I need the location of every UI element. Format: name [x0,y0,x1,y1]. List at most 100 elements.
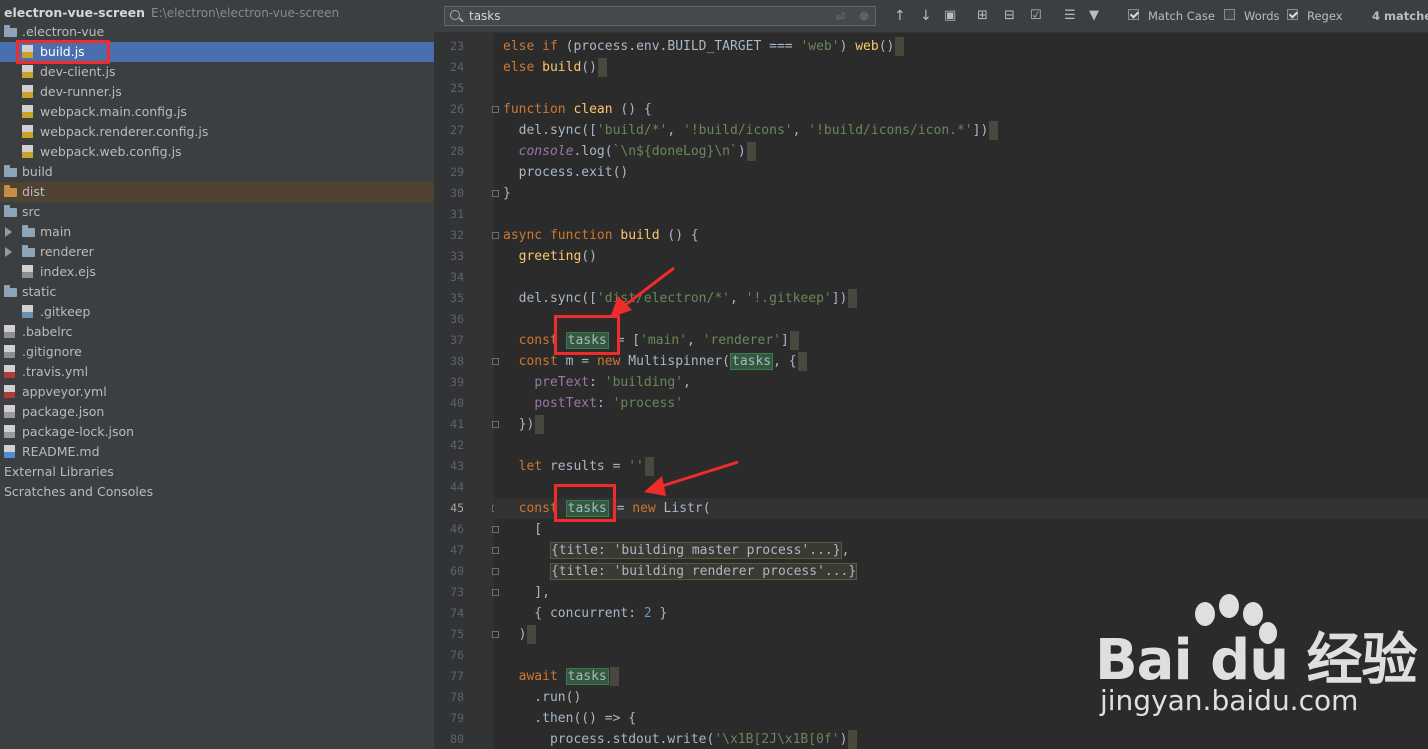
code-line[interactable]: else build() [503,57,607,78]
code-line[interactable]: process.exit() [503,162,629,183]
line-number: 47 [450,543,464,557]
tree-item[interactable]: webpack.renderer.config.js [0,122,434,142]
code-line[interactable]: .then(() => { [503,708,636,729]
line-number: 37 [450,333,464,347]
json-file-icon [4,405,15,418]
tree-item[interactable]: renderer [0,242,434,262]
line-number: 73 [450,585,464,599]
line-number: 33 [450,249,464,263]
tree-item-label: webpack.main.config.js [40,104,187,119]
tree-item[interactable]: src [0,202,434,222]
code-line[interactable]: process.stdout.write('\x1B[2J\x1B[0f') [503,729,858,749]
option-checkbox[interactable] [1128,9,1139,20]
line-number: 29 [450,165,464,179]
line-number: 28 [450,144,464,158]
line-number: 74 [450,606,464,620]
option-label[interactable]: Regex [1307,9,1343,23]
tree-item-label: .travis.yml [22,364,89,379]
code-line[interactable]: }) [503,414,545,435]
line-number: 30 [450,186,464,200]
tree-item[interactable]: .gitignore [0,342,434,362]
option-label[interactable]: Match Case [1148,9,1215,23]
tree-item[interactable]: webpack.main.config.js [0,102,434,122]
line-number: 32 [450,228,464,242]
code-line[interactable]: } [503,183,511,204]
tree-item[interactable]: dev-runner.js [0,82,434,102]
tree-item[interactable]: .gitkeep [0,302,434,322]
tree-item[interactable]: package-lock.json [0,422,434,442]
project-root[interactable]: electron-vue-screen E:\electron\electron-… [0,4,339,22]
code-line[interactable]: else if (process.env.BUILD_TARGET === 'w… [503,36,905,57]
tree-item[interactable]: .babelrc [0,322,434,342]
option-checkbox[interactable] [1224,9,1235,20]
tree-item[interactable]: dist [0,182,434,202]
add-selection-icon[interactable]: ⊞ [977,7,988,25]
tree-item[interactable]: static [0,282,434,302]
expand-arrow-icon[interactable] [4,242,14,262]
tree-item-label: static [22,284,57,299]
tree-item[interactable]: main [0,222,434,242]
code-line[interactable]: [ [503,519,542,540]
code-area[interactable]: else if (process.env.BUILD_TARGET === 'w… [494,33,1428,749]
folder-icon [4,25,17,37]
line-number: 31 [450,207,464,221]
enter-icon[interactable]: ⏎ [835,10,845,24]
tree-item[interactable]: dev-client.js [0,62,434,82]
filter-icon[interactable]: ▼ [1089,7,1099,25]
annotation-box-tasks-2 [554,484,616,522]
multiline-icon[interactable]: ☰ [1064,7,1076,25]
tree-item[interactable]: .travis.yml [0,362,434,382]
tree-item-label: .electron-vue [22,24,105,39]
folder-icon [22,225,35,237]
tree-item[interactable]: build [0,162,434,182]
code-line[interactable]: ], [503,582,550,603]
code-line[interactable]: .run() [503,687,581,708]
folder-icon [4,205,17,217]
code-line[interactable]: function clean () { [503,99,652,120]
code-line[interactable]: async function build () { [503,225,699,246]
annotation-arrow-2 [644,460,739,496]
code-line[interactable]: {title: 'building master process'...}, [503,540,849,561]
code-line[interactable]: const m = new Multispinner(tasks, { [503,351,807,372]
clear-icon[interactable]: ⊗ [859,9,869,23]
tree-item[interactable]: .electron-vue [0,22,434,42]
select-all-occurrences-icon[interactable]: ▣ [944,7,956,25]
js-file-icon [22,65,33,78]
code-line[interactable]: preText: 'building', [503,372,691,393]
line-number: 23 [450,39,464,53]
code-line[interactable]: { concurrent: 2 } [503,603,667,624]
project-root-name: electron-vue-screen [4,5,146,20]
previous-occurrence-icon[interactable]: ↑ [894,7,906,25]
select-all-icon[interactable]: ☑ [1030,7,1042,25]
code-line[interactable]: const tasks = ['main', 'renderer'] [503,330,799,351]
json-file-icon [4,425,15,438]
code-line[interactable]: del.sync(['build/*', '!build/icons', '!b… [503,120,999,141]
code-line[interactable]: let results = '' [503,456,654,477]
tree-item-label: package.json [22,404,105,419]
tree-item[interactable]: package.json [0,402,434,422]
code-line[interactable]: {title: 'building renderer process'...} [503,561,858,582]
option-checkbox[interactable] [1287,9,1298,20]
next-occurrence-icon[interactable]: ↓ [920,7,932,25]
code-line[interactable]: greeting() [503,246,597,267]
tree-item[interactable]: Scratches and Consoles [0,482,434,502]
tree-item-label: dist [22,184,45,199]
tree-item[interactable]: index.ejs [0,262,434,282]
tree-item[interactable]: webpack.web.config.js [0,142,434,162]
tree-item[interactable]: appveyor.yml [0,382,434,402]
search-input[interactable] [469,8,829,24]
unselect-occurrence-icon[interactable]: ⊟ [1004,7,1015,25]
expand-arrow-icon[interactable] [4,222,14,242]
line-number: 41 [450,417,464,431]
tree-item[interactable]: External Libraries [0,462,434,482]
code-line[interactable]: await tasks [503,666,619,687]
tree-item[interactable]: README.md [0,442,434,462]
code-line[interactable]: ) [503,624,537,645]
code-line[interactable]: console.log(`\n${doneLog}\n`) [503,141,756,162]
search-box[interactable]: ⏎ ⊗ [444,6,876,26]
tree-item-label: renderer [40,244,94,259]
search-icon[interactable] [450,10,460,20]
option-label[interactable]: Words [1244,9,1280,23]
code-line[interactable]: postText: 'process' [503,393,683,414]
line-number: 26 [450,102,464,116]
